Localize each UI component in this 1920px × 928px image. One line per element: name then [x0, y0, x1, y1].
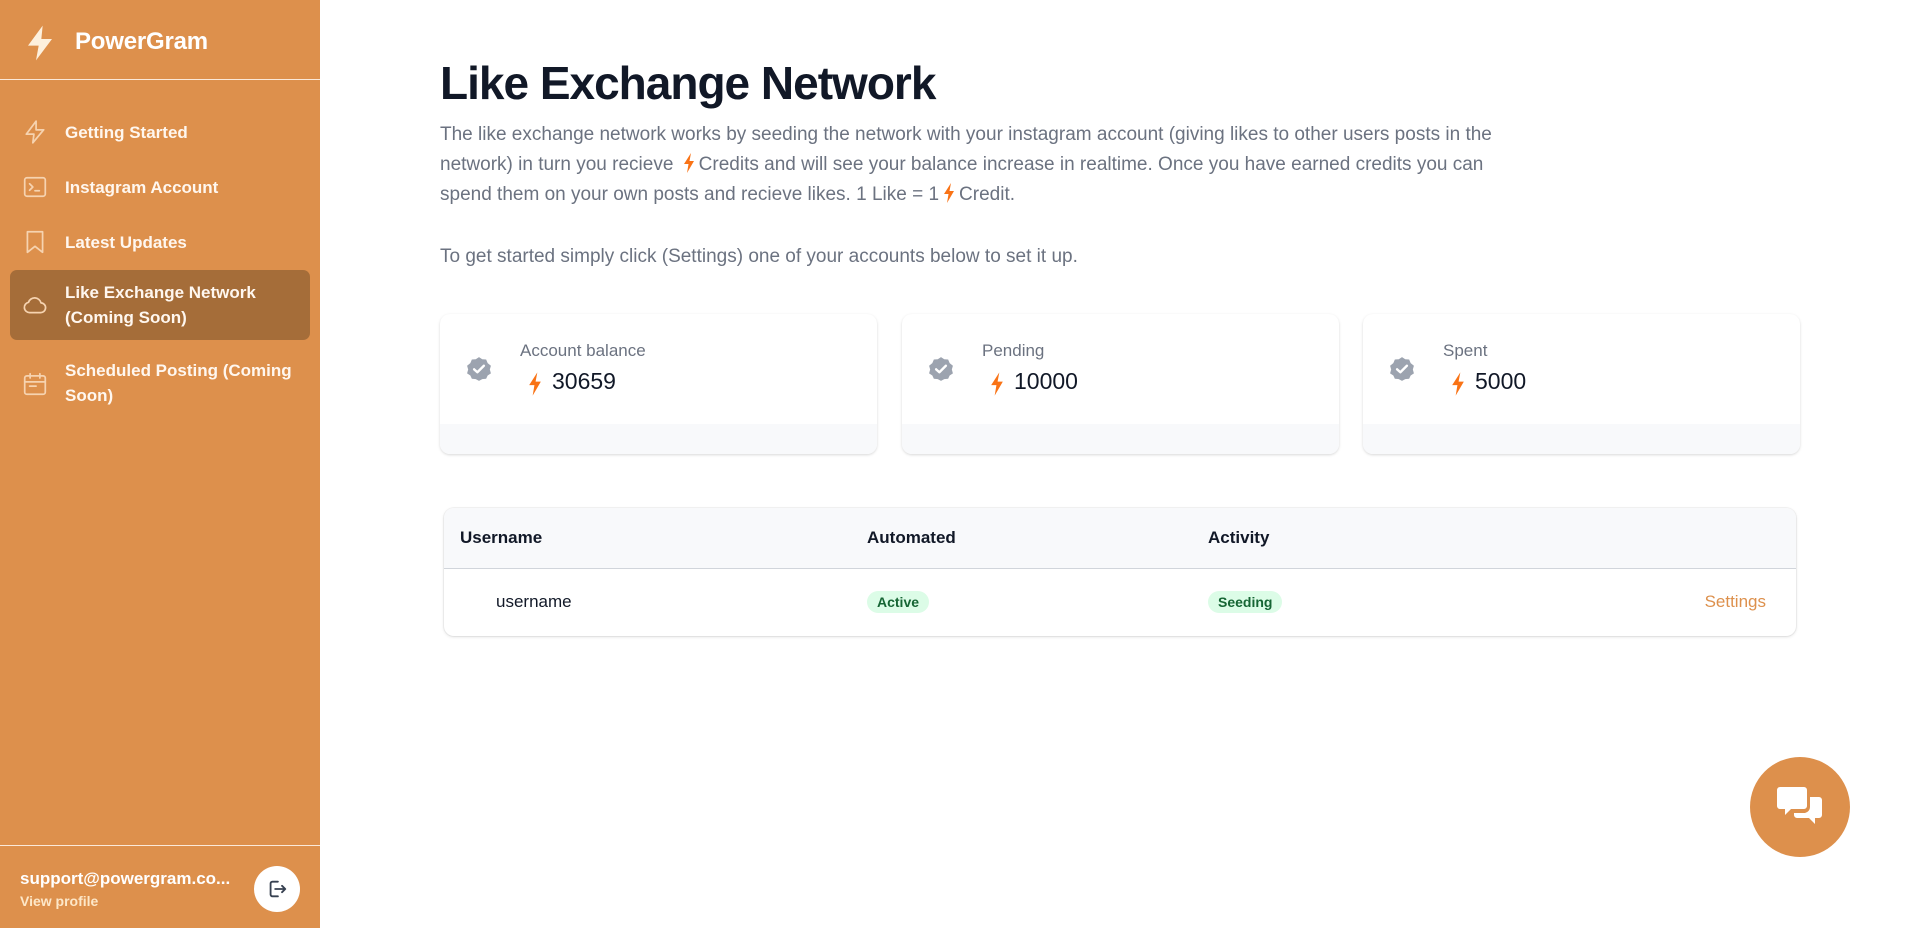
cloud-icon [23, 297, 47, 314]
badge-check-icon [467, 357, 491, 381]
logout-button[interactable] [254, 866, 300, 912]
stat-value: 10000 [1014, 368, 1078, 394]
badge-check-icon [929, 357, 953, 381]
card-footer [1363, 424, 1800, 454]
column-header-automated: Automated [867, 528, 956, 547]
column-header-activity: Activity [1208, 528, 1270, 547]
settings-link[interactable]: Settings [1705, 592, 1766, 612]
sidebar-item-label: Scheduled Posting (Coming Soon) [65, 361, 292, 405]
page-title: Like Exchange Network [440, 57, 936, 109]
sidebar: PowerGram Getting Started Instagram Acco… [0, 0, 320, 928]
column-header-username: Username [460, 528, 543, 547]
sidebar-item-like-exchange-network[interactable]: Like Exchange Network (Coming Soon) [10, 270, 310, 340]
logout-icon [269, 880, 287, 898]
bolt-icon [25, 120, 45, 144]
stat-label: Spent [1443, 341, 1488, 360]
intro-paragraph: The like exchange network works by seedi… [440, 120, 1540, 210]
cell-username: username [496, 592, 572, 611]
app-name: PowerGram [75, 28, 208, 55]
stat-value: 30659 [552, 368, 616, 394]
automated-status-badge: Active [867, 591, 930, 613]
sidebar-item-scheduled-posting[interactable]: Scheduled Posting (Coming Soon) [10, 350, 310, 416]
table-row: username Active Seeding Settings [444, 570, 1796, 636]
table-header: Username Automated Activity [444, 508, 1796, 569]
stat-card-account-balance: Account balance 30659 [440, 314, 877, 454]
terminal-icon [23, 176, 47, 198]
sidebar-item-latest-updates[interactable]: Latest Updates [10, 224, 310, 260]
user-email: support@powergram.co... [20, 869, 231, 888]
sidebar-item-label: Like Exchange Network (Coming Soon) [65, 283, 256, 327]
activity-status-badge: Seeding [1208, 591, 1283, 613]
stat-card-spent: Spent 5000 [1363, 314, 1800, 454]
card-footer [902, 424, 1339, 454]
credit-bolt-icon [529, 372, 541, 396]
stat-value: 5000 [1475, 368, 1527, 394]
sidebar-item-instagram-account[interactable]: Instagram Account [10, 169, 310, 205]
calendar-icon [23, 372, 47, 396]
chat-button[interactable] [1750, 757, 1850, 857]
chat-bubbles-icon [1777, 787, 1822, 824]
sidebar-item-label: Latest Updates [65, 232, 187, 252]
badge-check-icon [1390, 357, 1414, 381]
credit-bolt-icon [944, 183, 955, 203]
credit-bolt-icon [1452, 372, 1464, 396]
accounts-table: Username Automated Activity username Act… [444, 508, 1796, 636]
credit-bolt-icon [991, 372, 1003, 396]
view-profile-link[interactable]: View profile [20, 893, 98, 909]
brand-header: PowerGram [0, 0, 320, 80]
bookmark-icon [26, 230, 44, 254]
stat-label: Pending [982, 341, 1045, 360]
main-content: Like Exchange Network The like exchange … [320, 0, 1920, 928]
stat-label: Account balance [520, 341, 646, 360]
credit-bolt-icon [683, 153, 694, 173]
card-footer [440, 424, 877, 454]
sidebar-footer: support@powergram.co... View profile [0, 845, 320, 928]
intro-text-3: Credit. [959, 184, 1016, 205]
bolt-logo-icon [28, 25, 52, 61]
sidebar-item-label: Instagram Account [65, 177, 219, 197]
sidebar-item-getting-started[interactable]: Getting Started [10, 114, 310, 150]
stat-card-pending: Pending 10000 [902, 314, 1339, 454]
getting-started-hint: To get started simply click (Settings) o… [440, 246, 1078, 267]
sidebar-item-label: Getting Started [65, 122, 188, 142]
